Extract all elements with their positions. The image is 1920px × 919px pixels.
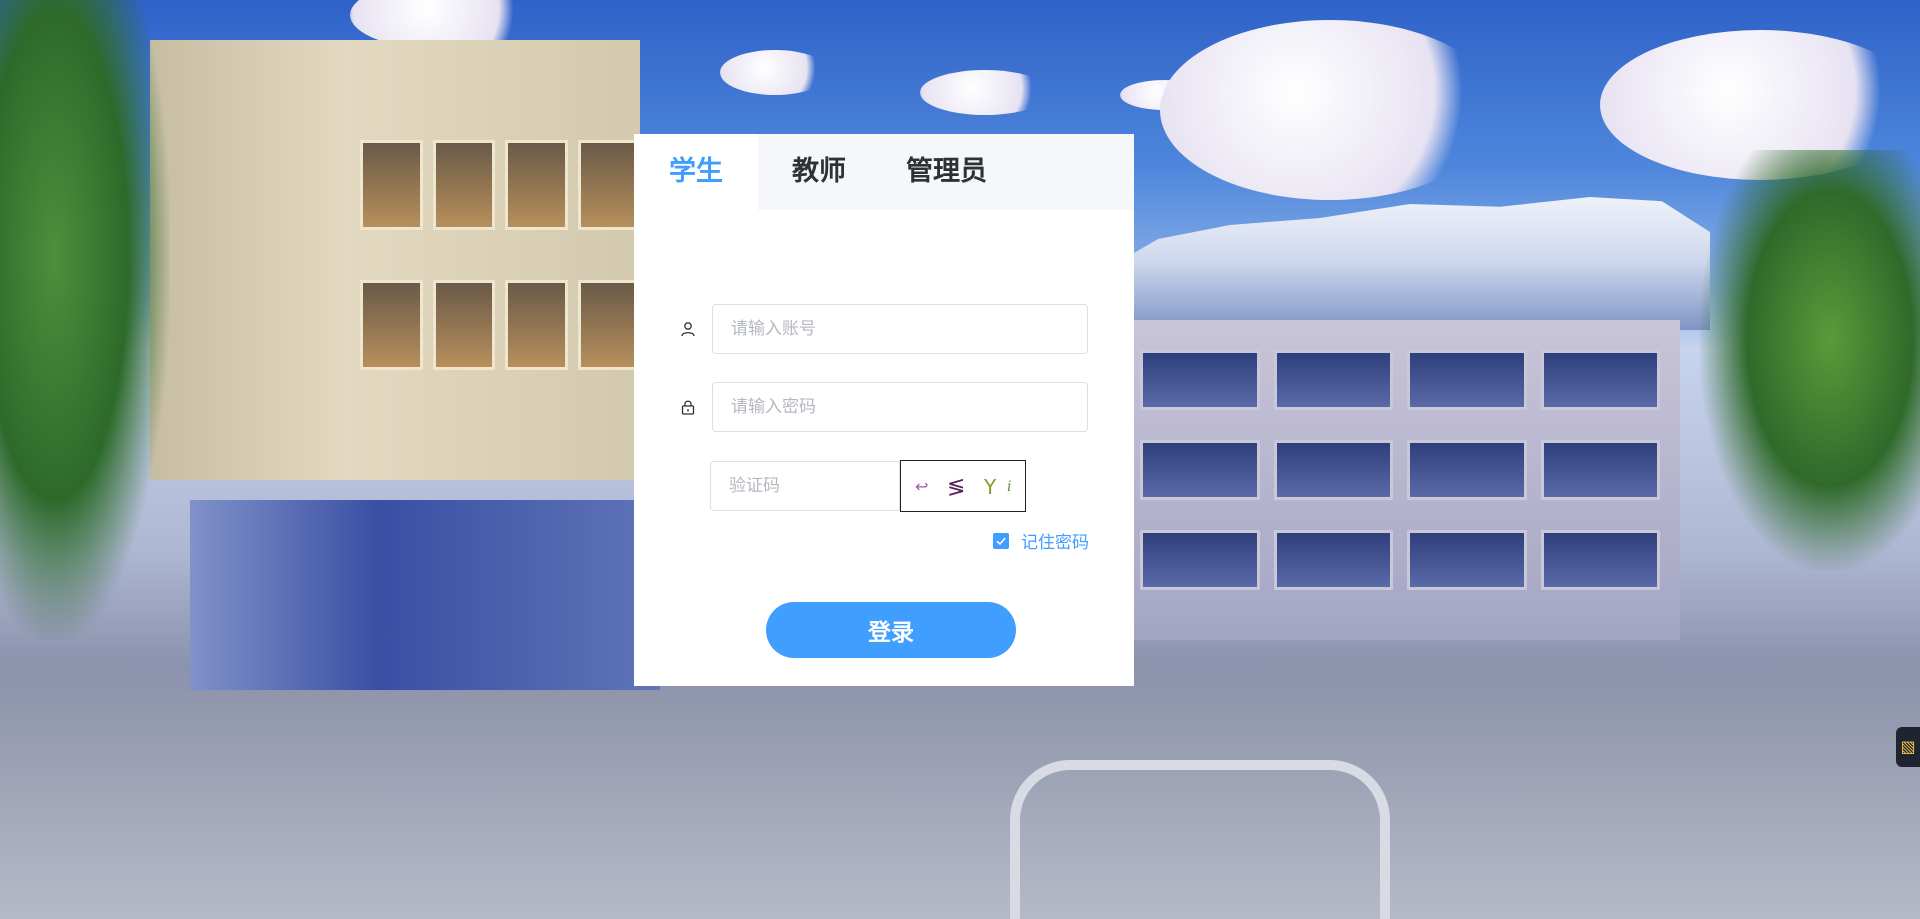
captcha-image[interactable]: ↩ ≶ Y i xyxy=(900,460,1026,512)
account-row xyxy=(676,304,1088,354)
user-icon xyxy=(676,317,700,341)
svg-text:Y: Y xyxy=(983,475,997,499)
tab-student[interactable]: 学生 xyxy=(634,134,758,210)
cloud xyxy=(1160,20,1500,200)
tab-teacher[interactable]: 教师 xyxy=(758,134,878,210)
remember-password-checkbox[interactable]: 记住密码 xyxy=(993,528,1089,553)
side-widget-tab[interactable]: ▧ xyxy=(1896,727,1920,767)
tree-right xyxy=(1700,150,1920,570)
road-barrier xyxy=(1010,760,1390,919)
svg-text:i: i xyxy=(1007,479,1011,495)
svg-text:≶: ≶ xyxy=(947,475,965,500)
clipboard-icon: ▧ xyxy=(1900,737,1916,756)
school-building-right xyxy=(1120,320,1680,640)
tab-admin[interactable]: 管理员 xyxy=(878,134,987,210)
account-input[interactable] xyxy=(712,304,1088,354)
login-button[interactable]: 登录 xyxy=(766,602,1016,658)
snowy-mountain xyxy=(1110,197,1710,330)
checkbox-checked-icon xyxy=(993,532,1009,549)
login-card: 学生 教师 管理员 ↩ ≶ Y xyxy=(634,134,1134,686)
school-building-left xyxy=(150,40,640,480)
password-row xyxy=(676,382,1088,432)
role-tabs: 学生 教师 管理员 xyxy=(634,134,1134,210)
road xyxy=(0,690,1920,919)
password-input[interactable] xyxy=(712,382,1088,432)
remember-password-label: 记住密码 xyxy=(1021,533,1089,553)
svg-text:↩: ↩ xyxy=(915,477,928,496)
lock-icon xyxy=(676,395,700,419)
cloud xyxy=(720,50,830,95)
captcha-input[interactable] xyxy=(710,461,900,511)
captcha-row: ↩ ≶ Y i xyxy=(710,460,1026,512)
tree-left xyxy=(0,0,170,640)
cloud xyxy=(920,70,1050,115)
